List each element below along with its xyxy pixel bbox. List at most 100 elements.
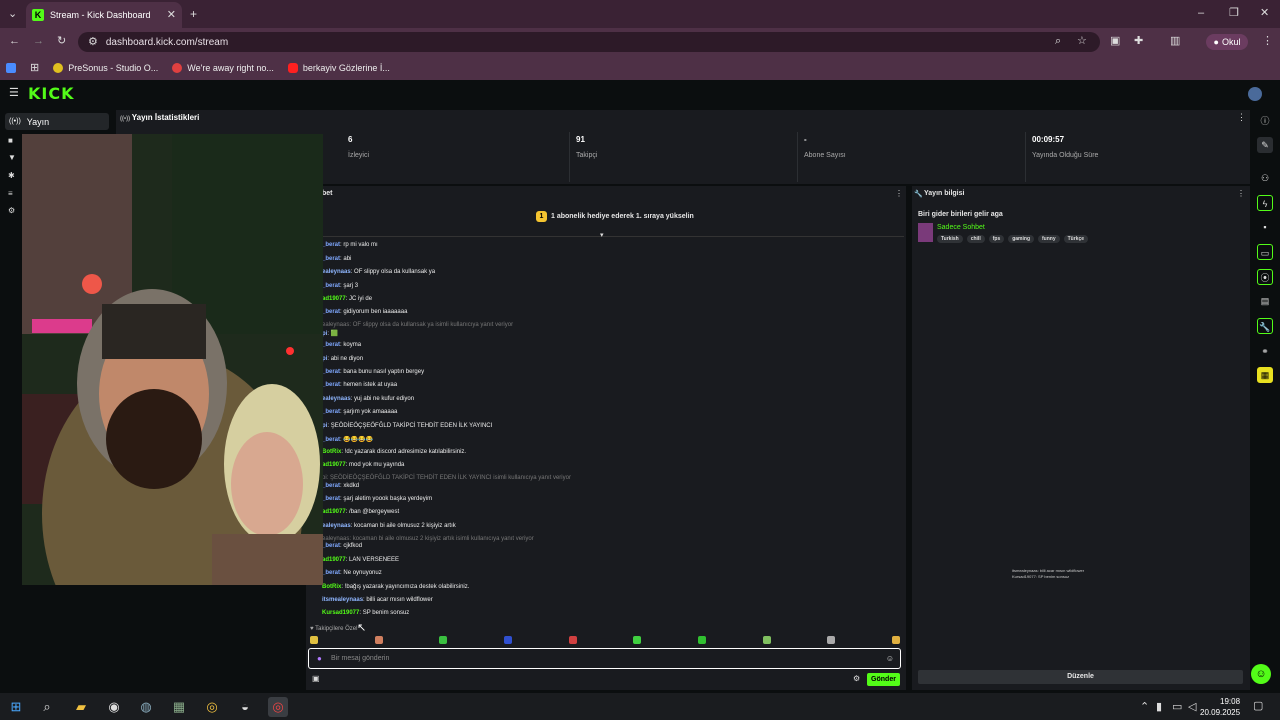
chat-username[interactable]: itsmealeynaas: [322, 597, 363, 603]
extension-icon[interactable]: ▣: [1110, 36, 1120, 47]
rail-queue-icon[interactable]: ▤: [1257, 293, 1273, 309]
chat-username[interactable]: ad19077: [322, 557, 346, 563]
grid-icon[interactable]: ⊞: [30, 62, 39, 74]
chevron-down-icon[interactable]: ▾: [600, 232, 604, 239]
chat-reply-context[interactable]: pi: ŞEÖDİEÖÇŞEÖFĞLD TAKİPCİ TEHDİT EDEN …: [322, 475, 571, 481]
nav-moderation-icon[interactable]: ≡: [8, 189, 16, 198]
restore-icon[interactable]: ❐: [1229, 8, 1239, 19]
emote-icon[interactable]: [697, 636, 706, 644]
chat-message[interactable]: _berat: şarj 3: [322, 283, 358, 289]
close-window-icon[interactable]: ✕: [1260, 8, 1269, 19]
stream-tag[interactable]: funny: [1038, 235, 1060, 243]
chat-message[interactable]: _berat: gidiyorum ben iaaaaaaa: [322, 309, 407, 315]
rail-tool-icon[interactable]: ⚇: [1257, 170, 1273, 186]
chat-message[interactable]: ad19077: LAN VERSENEEE: [322, 557, 399, 563]
kick-logo[interactable]: KICK: [28, 84, 75, 103]
chat-username[interactable]: ealeynaas: [322, 269, 351, 275]
chat-username[interactable]: _berat: [322, 283, 340, 289]
rail-broadcast-icon[interactable]: ⦿: [1257, 269, 1273, 285]
steam-icon[interactable]: ◍: [136, 697, 156, 717]
nav-item-yayin[interactable]: ((•)) Yayın: [5, 113, 109, 130]
chat-message[interactable]: _berat: cjkfkod: [322, 543, 362, 549]
close-tab-icon[interactable]: ✕: [167, 9, 176, 21]
bookmark-berkayiv[interactable]: berkayiv Gözlerine İ...: [287, 63, 390, 73]
url-bar[interactable]: ⚙ dashboard.kick.com/stream: [78, 32, 1100, 52]
extensions-puzzle-icon[interactable]: ✚: [1134, 36, 1143, 47]
chrome-active-icon[interactable]: ◎: [268, 697, 288, 717]
rail-wrench-icon[interactable]: 🔧: [1257, 318, 1273, 334]
new-tab-icon[interactable]: +: [190, 8, 197, 20]
windows-start-icon[interactable]: ⊞: [6, 697, 26, 717]
reload-icon[interactable]: ↻: [57, 36, 66, 47]
obs-icon[interactable]: ◒: [235, 697, 255, 717]
tab-search-icon[interactable]: ⌄: [8, 9, 17, 20]
chat-message[interactable]: pi: ŞEÖDİEÖÇŞEÖFĞLD TAKİPCİ TEHDİT EDEN …: [322, 423, 492, 429]
mic-tray-icon[interactable]: ▮: [1156, 702, 1162, 713]
search-icon[interactable]: ⌕: [37, 697, 57, 717]
chat-username[interactable]: _berat: [322, 309, 340, 315]
clock[interactable]: 19:08 20.09.2025: [1200, 696, 1240, 718]
chat-message[interactable]: _berat: rp mi valo mı: [322, 242, 378, 248]
emote-icon[interactable]: [827, 636, 836, 644]
chat-username[interactable]: _berat: [322, 382, 340, 388]
chat-username[interactable]: _berat: [322, 242, 340, 248]
stream-tag[interactable]: Türkçe: [1063, 235, 1089, 243]
info-icon[interactable]: ⓘ: [1257, 113, 1273, 129]
chat-message[interactable]: BotRix: !bağış yazarak yayıncımıza deste…: [322, 584, 469, 590]
chat-input[interactable]: ● Bir mesaj gönderin ☺: [308, 648, 901, 669]
chat-username[interactable]: _berat: [322, 483, 340, 489]
nav-settings-icon[interactable]: ⚙: [8, 206, 16, 215]
file-explorer-icon[interactable]: ▰: [71, 697, 91, 717]
emote-icon[interactable]: [503, 636, 512, 644]
chat-tools-icon[interactable]: ▣: [312, 675, 320, 683]
chat-message[interactable]: pi: 🟩: [322, 330, 338, 337]
emoji-picker-icon[interactable]: ☺: [886, 654, 894, 663]
back-icon[interactable]: ←: [9, 36, 20, 47]
help-chat-button[interactable]: ☺: [1251, 664, 1271, 684]
network-icon[interactable]: ▭: [1172, 702, 1182, 713]
chat-message[interactable]: _berat: abi: [322, 256, 351, 262]
info-more-icon[interactable]: ⋮: [1237, 190, 1245, 198]
chrome-icon[interactable]: ◎: [202, 697, 222, 717]
chat-more-icon[interactable]: ⋮: [895, 190, 903, 198]
side-panel-icon[interactable]: ▥: [1170, 36, 1180, 47]
stream-tag[interactable]: gaming: [1008, 235, 1034, 243]
emote-icon[interactable]: [310, 636, 318, 644]
site-info-icon[interactable]: ⚙: [88, 36, 98, 48]
chat-username[interactable]: _berat: [322, 437, 340, 443]
mic-icon[interactable]: ●: [317, 654, 322, 663]
emote-icon[interactable]: [762, 636, 771, 644]
chat-username[interactable]: BotRix: [322, 449, 341, 455]
chat-username[interactable]: _berat: [322, 543, 340, 549]
emote-icon[interactable]: [891, 636, 900, 644]
bookmark-star-icon[interactable]: ☆: [1077, 36, 1087, 47]
rail-chat-icon[interactable]: ▭: [1257, 244, 1273, 260]
chat-username[interactable]: _berat: [322, 369, 340, 375]
chat-message[interactable]: ealeynaas: kocaman bi aile olmusuz 2 kiş…: [322, 523, 456, 529]
nav-tools-icon[interactable]: ✱: [8, 171, 16, 180]
edit-pencil-icon[interactable]: ✎: [1257, 137, 1273, 153]
calculator-icon[interactable]: ▦: [169, 697, 189, 717]
chat-username[interactable]: _berat: [322, 496, 340, 502]
chat-message[interactable]: _berat: Ne oynuyonuz: [322, 570, 382, 576]
chat-message[interactable]: Kursad19077: SP benim sonsuz: [322, 610, 409, 616]
hamburger-menu-icon[interactable]: ☰: [9, 88, 19, 99]
stream-tag[interactable]: fps: [988, 235, 1005, 243]
stream-tag[interactable]: chill: [966, 235, 985, 243]
gift-sub-banner[interactable]: 11 abonelik hediye ederek 1. sıraya yüks…: [536, 211, 694, 222]
chat-reply-context[interactable]: ealeynaas: kocaman bi aile olmusuz 2 kiş…: [322, 536, 534, 542]
chat-message[interactable]: ad19077: mod yok mu yayında: [322, 462, 404, 468]
chat-username[interactable]: _berat: [322, 409, 340, 415]
apps-icon[interactable]: [6, 63, 16, 73]
chat-username[interactable]: ealeynaas: [322, 396, 351, 402]
chat-message[interactable]: itsmealeynaas: billi acar mısın wildflow…: [322, 597, 433, 603]
emote-icon[interactable]: [568, 636, 577, 644]
chat-username[interactable]: ad19077: [322, 509, 346, 515]
chat-username[interactable]: _berat: [322, 256, 340, 262]
rail-highlight-icon[interactable]: ▦: [1257, 367, 1273, 383]
chat-username[interactable]: ad19077: [322, 462, 346, 468]
forward-icon[interactable]: →: [33, 36, 44, 47]
profile-button[interactable]: ● Okul: [1206, 34, 1248, 50]
send-button[interactable]: Gönder: [867, 673, 900, 686]
browser-menu-icon[interactable]: ⋮: [1262, 36, 1273, 47]
